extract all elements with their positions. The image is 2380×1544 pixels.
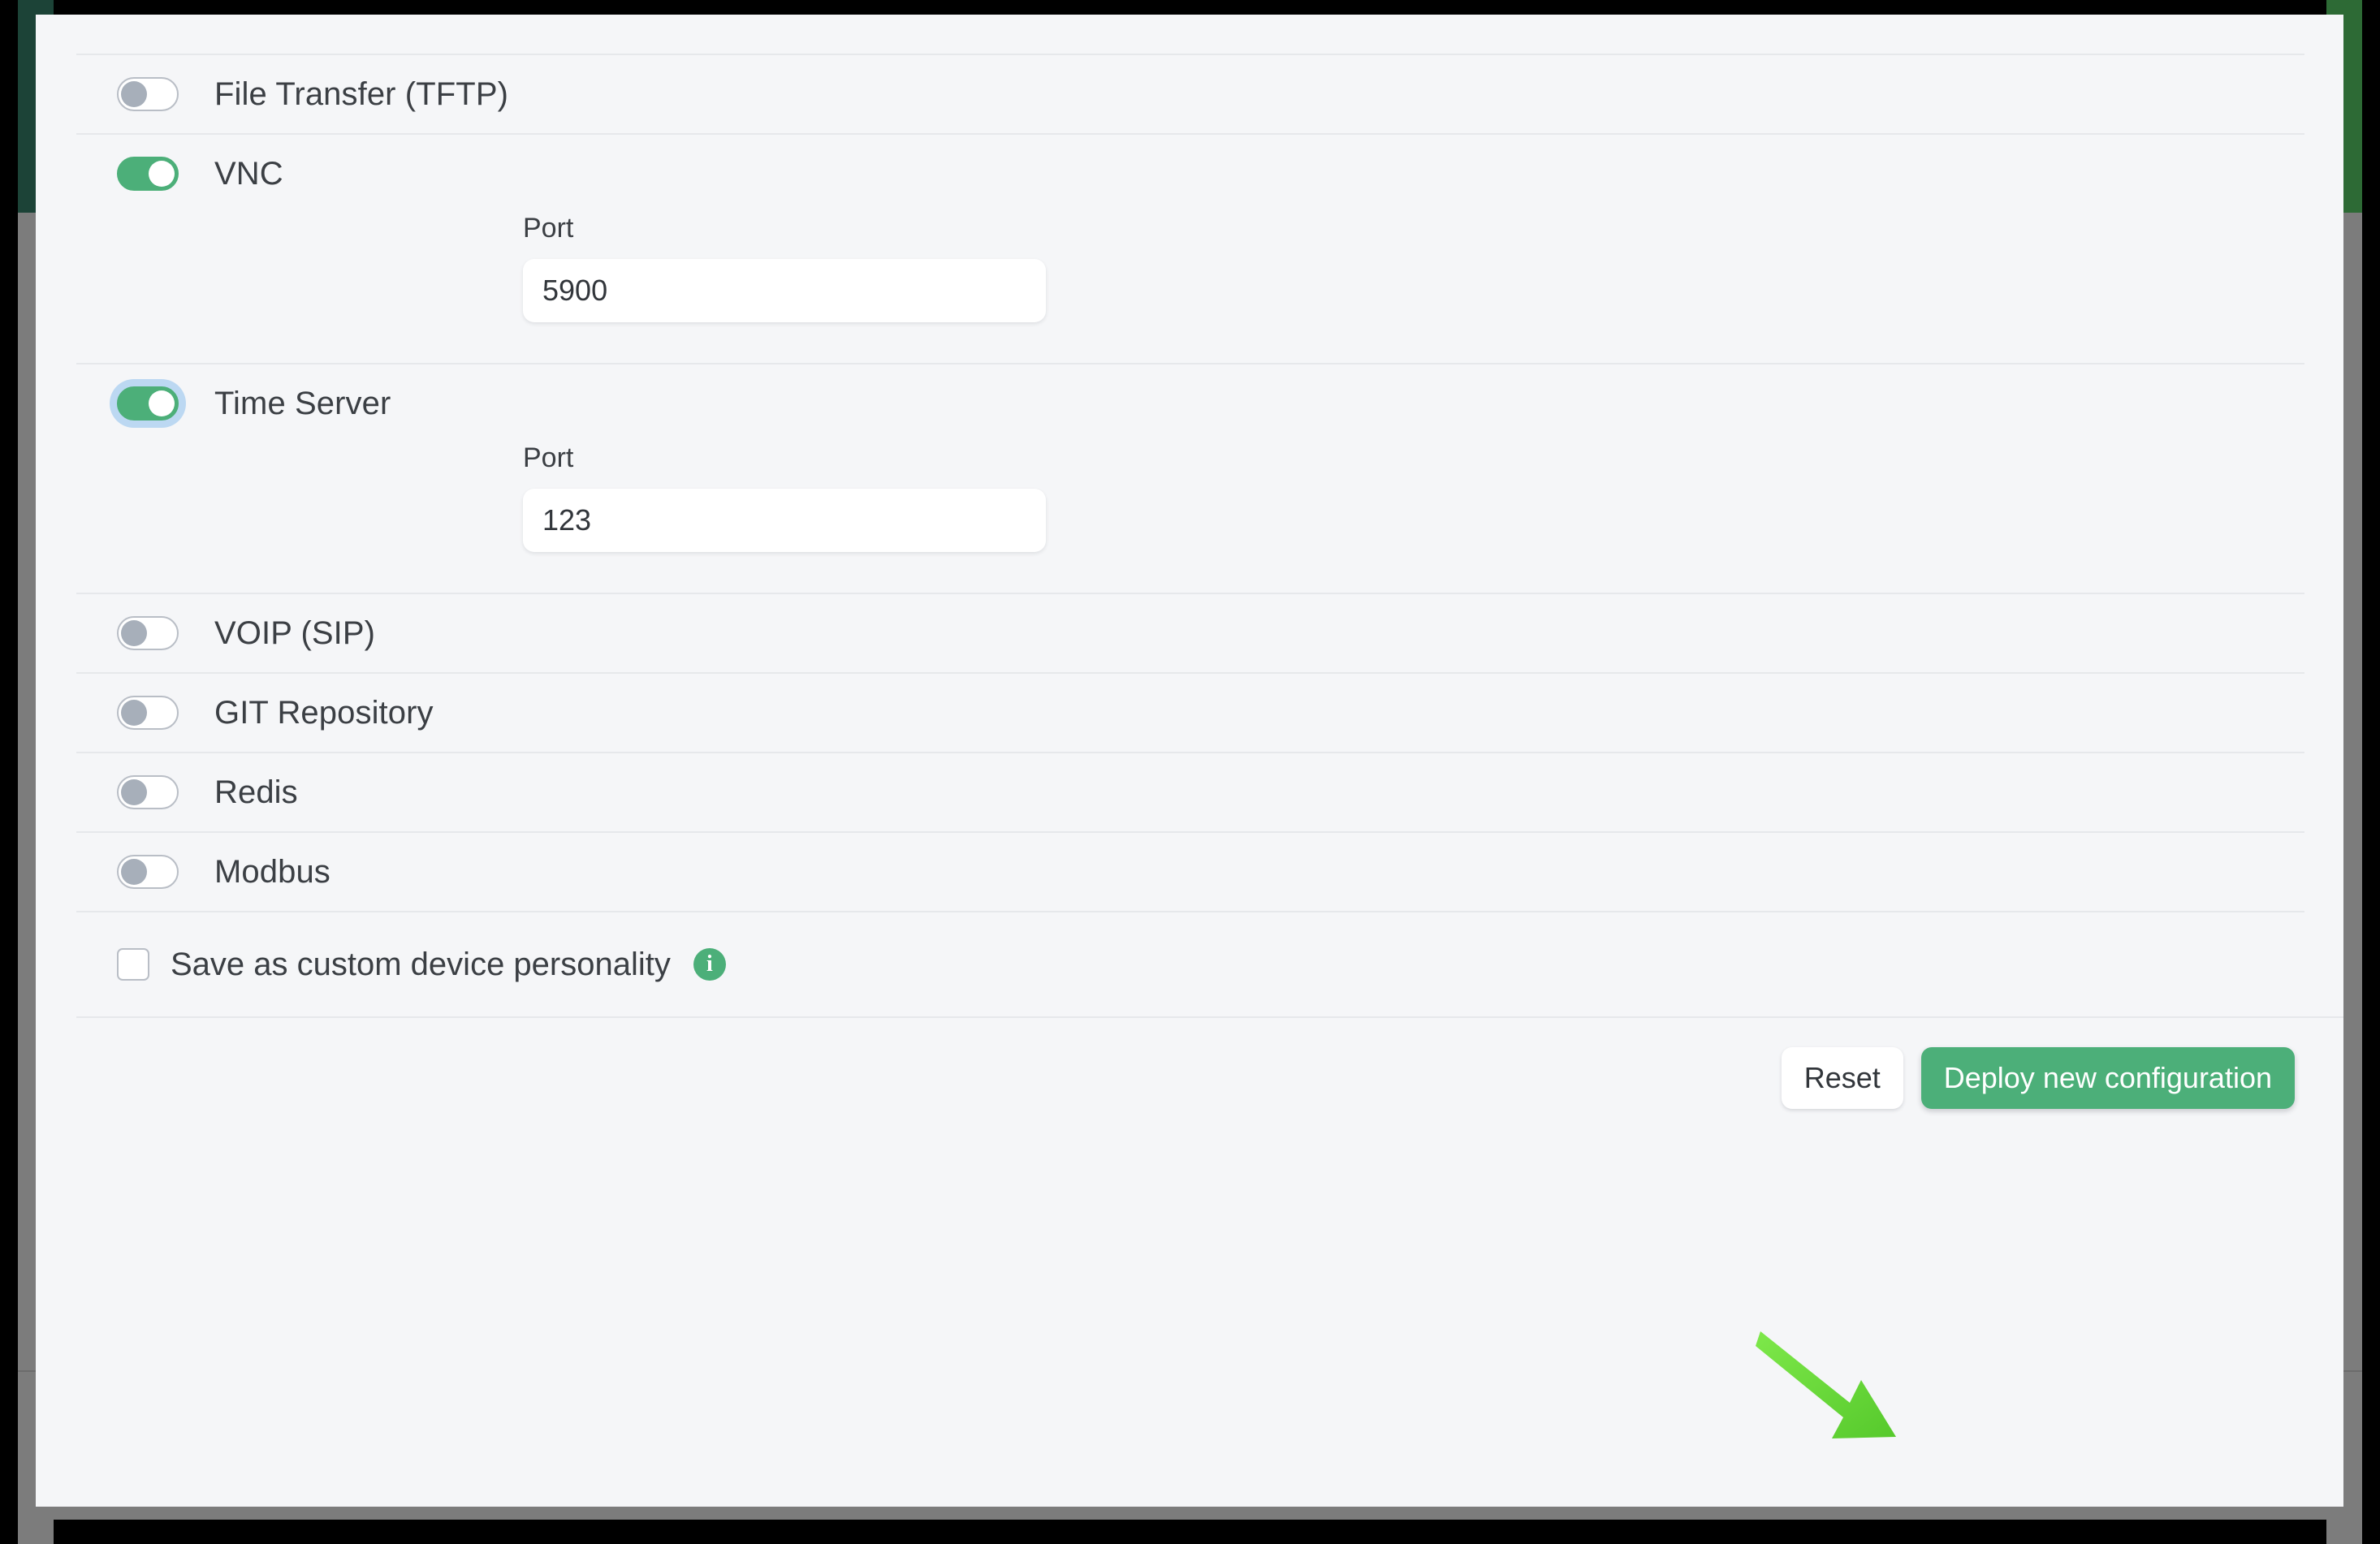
save-as-custom-device-personality-row[interactable]: Save as custom device personality i: [36, 912, 2343, 1016]
service-row-header: Time Server: [36, 364, 2343, 442]
port-label-vnc: Port: [523, 213, 574, 244]
toggle-knob: [121, 779, 147, 805]
service-label-redis: Redis: [214, 774, 298, 810]
service-row-header: Modbus: [36, 833, 2343, 911]
toggle-redis[interactable]: [117, 775, 179, 809]
service-row-header: GIT Repository: [36, 674, 2343, 752]
service-row-vnc: VNC Port: [36, 135, 2343, 363]
port-field-block-time-server: Port: [523, 442, 2343, 593]
save-as-custom-device-personality-checkbox[interactable]: [117, 948, 149, 981]
service-row-git-repository: GIT Repository: [36, 674, 2343, 752]
service-row-header: Redis: [36, 753, 2343, 831]
toggle-knob: [121, 859, 147, 885]
service-row-file-transfer-tftp: File Transfer (TFTP): [36, 55, 2343, 133]
port-input-time-server[interactable]: [523, 489, 1046, 552]
service-label-git-repository: GIT Repository: [214, 694, 434, 731]
service-configuration-card: File Transfer (TFTP) VNC Port Time Server Po…: [36, 15, 2343, 1507]
screenshot-root: File Transfer (TFTP) VNC Port Time Server Po…: [0, 0, 2380, 1544]
toggle-knob: [121, 620, 147, 646]
deploy-new-configuration-button[interactable]: Deploy new configuration: [1920, 1047, 2295, 1109]
service-label-file-transfer-tftp: File Transfer (TFTP): [214, 75, 509, 112]
service-row-header: File Transfer (TFTP): [36, 55, 2343, 133]
toggle-file-transfer-tftp[interactable]: [117, 77, 179, 111]
toggle-knob: [149, 161, 175, 187]
toggle-time-server[interactable]: [117, 386, 179, 421]
service-row-time-server: Time Server Port: [36, 364, 2343, 593]
service-label-time-server: Time Server: [214, 385, 391, 421]
toggle-git-repository[interactable]: [117, 696, 179, 730]
save-as-custom-device-personality-label: Save as custom device personality: [171, 946, 671, 982]
service-row-redis: Redis: [36, 753, 2343, 831]
reset-button[interactable]: Reset: [1781, 1047, 1903, 1109]
toggle-vnc[interactable]: [117, 157, 179, 191]
service-row-voip-sip: VOIP (SIP): [36, 594, 2343, 672]
toggle-knob: [121, 81, 147, 107]
port-input-vnc[interactable]: [523, 259, 1046, 322]
service-label-voip-sip: VOIP (SIP): [214, 615, 376, 651]
service-label-modbus: Modbus: [214, 853, 330, 890]
toggle-knob: [121, 700, 147, 726]
service-label-vnc: VNC: [214, 155, 283, 192]
service-list: File Transfer (TFTP) VNC Port Time Server Po…: [36, 55, 2343, 911]
toggle-modbus[interactable]: [117, 855, 179, 889]
service-row-header: VOIP (SIP): [36, 594, 2343, 672]
footer-actions: Reset Deploy new configuration: [36, 1018, 2343, 1138]
port-label-time-server: Port: [523, 442, 574, 473]
service-row-header: VNC: [36, 135, 2343, 213]
toggle-knob: [149, 390, 175, 416]
toggle-voip-sip[interactable]: [117, 616, 179, 650]
port-field-block-vnc: Port: [523, 213, 2343, 363]
service-row-modbus: Modbus: [36, 833, 2343, 911]
info-icon[interactable]: i: [693, 948, 726, 981]
